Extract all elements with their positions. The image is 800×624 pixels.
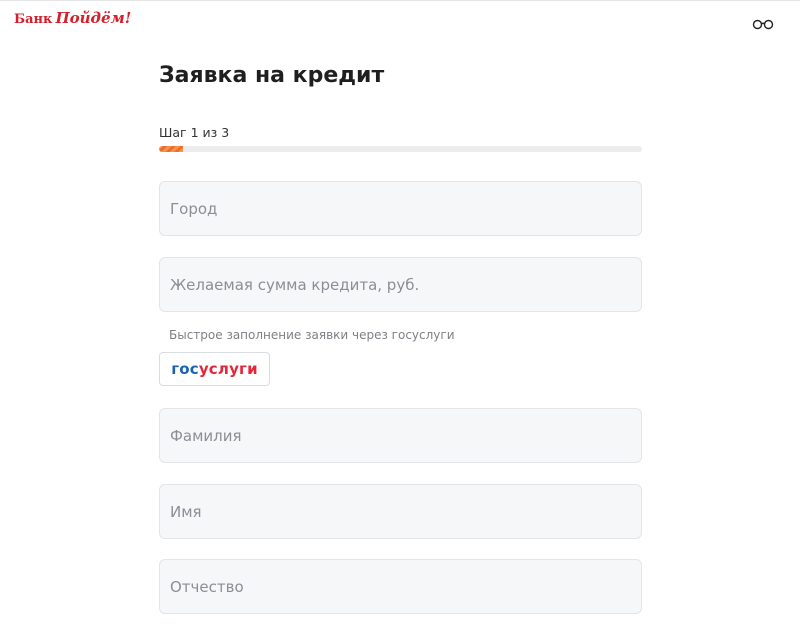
progress-bar — [159, 146, 642, 152]
first-name-input[interactable] — [160, 485, 641, 538]
surname-field[interactable] — [159, 408, 642, 463]
bank-logo[interactable]: Банк Пойдём! — [14, 9, 131, 27]
page-title: Заявка на кредит — [159, 63, 385, 88]
patronymic-field[interactable] — [159, 559, 642, 614]
loan-amount-input[interactable] — [160, 258, 641, 311]
glasses-icon[interactable] — [752, 15, 774, 30]
surname-input[interactable] — [160, 409, 641, 462]
first-name-field[interactable] — [159, 484, 642, 539]
gosuslugi-logo-part1: гос — [171, 360, 199, 378]
loan-amount-field[interactable] — [159, 257, 642, 312]
patronymic-input[interactable] — [160, 560, 641, 613]
step-indicator: Шаг 1 из 3 — [159, 125, 230, 140]
progress-fill — [159, 146, 184, 152]
logo-word: Банк — [14, 12, 53, 27]
gosuslugi-button[interactable]: гос услуги — [159, 352, 270, 386]
city-field[interactable] — [159, 181, 642, 236]
gosuslugi-logo-part2: услуги — [198, 360, 258, 378]
gosuslugi-hint: Быстрое заполнение заявки через госуслуг… — [169, 328, 455, 342]
logo-script: Пойдём! — [55, 9, 132, 27]
city-input[interactable] — [160, 182, 641, 235]
